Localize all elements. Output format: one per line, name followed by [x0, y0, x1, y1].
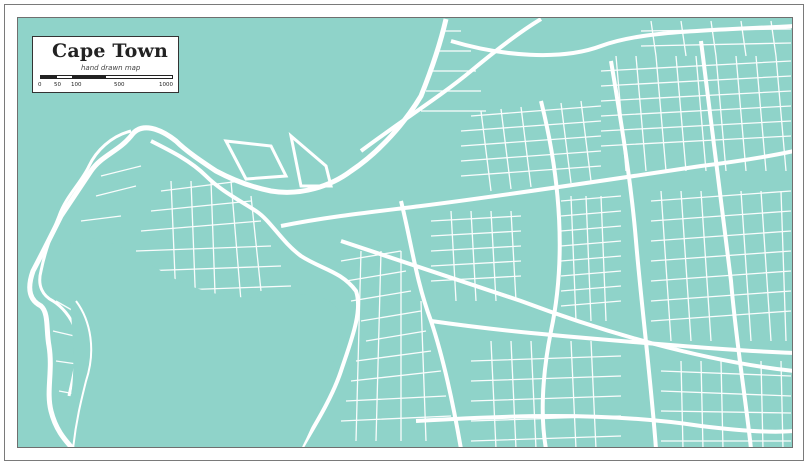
scale-bar [40, 75, 173, 79]
map-title: Cape Town [52, 40, 169, 62]
scale-label-500: 500 [114, 82, 125, 88]
scale-label-0: 0 [38, 82, 42, 88]
map-legend: Cape Town hand drawn map 0 50 100 500 10… [32, 36, 179, 93]
scale-label-100: 100 [71, 82, 82, 88]
map-subtitle: hand drawn map [81, 64, 141, 72]
scale-label-1000: 1000 [159, 82, 173, 88]
scale-label-50: 50 [54, 82, 61, 88]
